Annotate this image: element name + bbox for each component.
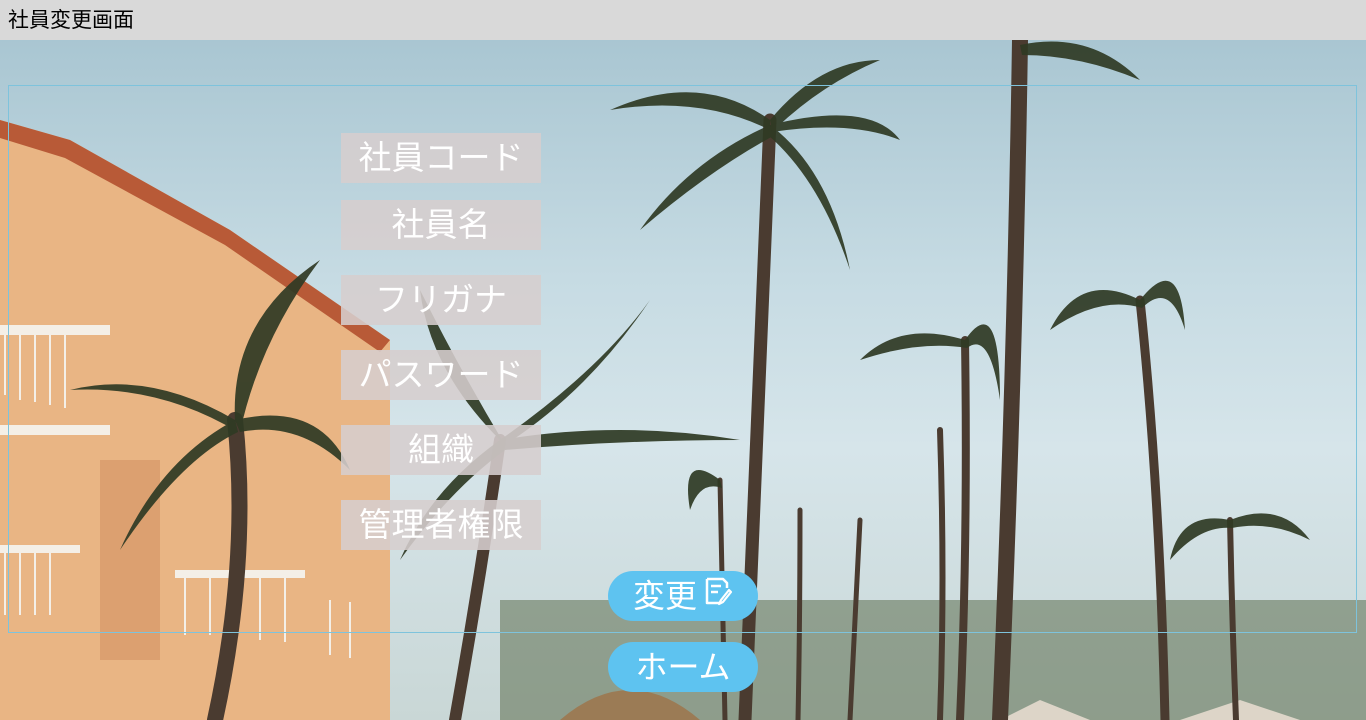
home-button[interactable]: ホーム xyxy=(608,642,758,692)
change-button[interactable]: 変更 xyxy=(608,571,758,621)
change-button-label: 変更 xyxy=(632,577,697,615)
employee-name-label: 社員名 xyxy=(341,200,541,250)
edit-note-icon xyxy=(703,570,733,620)
window-title: 社員変更画面 xyxy=(0,0,1366,40)
admin-privilege-label: 管理者権限 xyxy=(341,500,541,550)
password-label: パスワード xyxy=(341,350,541,400)
employee-code-label: 社員コード xyxy=(341,133,541,183)
form-frame xyxy=(8,85,1357,633)
organization-label: 組織 xyxy=(341,425,541,475)
furigana-label: フリガナ xyxy=(341,275,541,325)
